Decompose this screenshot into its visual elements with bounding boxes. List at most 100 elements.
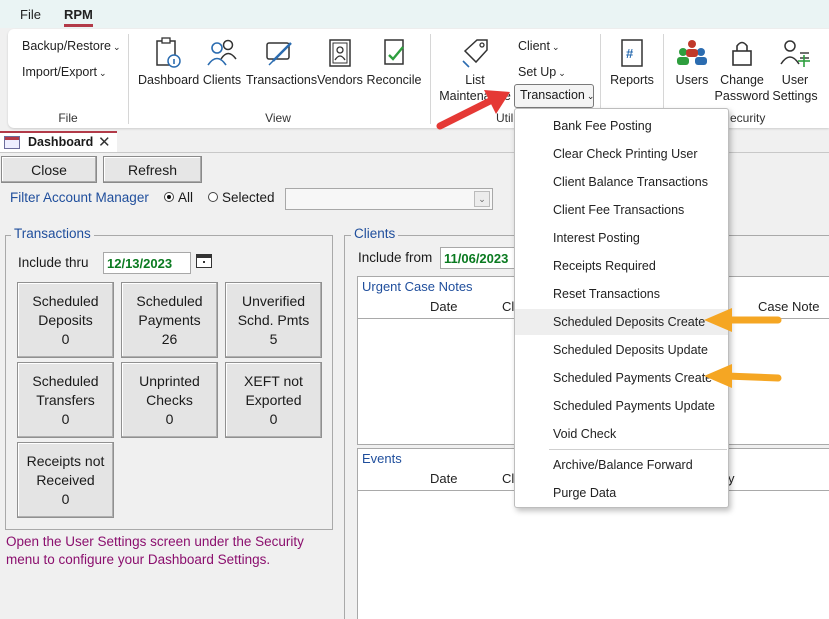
users-button-label: Users xyxy=(675,73,709,87)
reports-button[interactable]: # Reports xyxy=(608,37,656,88)
orange-arrow-annotation xyxy=(704,364,782,388)
menu-item-scheduled-deposits-create[interactable]: Scheduled Deposits Create xyxy=(515,309,728,335)
setup-menu-label: Set Up xyxy=(518,65,557,79)
lock-icon xyxy=(732,41,752,66)
vendors-button[interactable]: Vendors xyxy=(316,37,364,88)
tag-icon xyxy=(462,39,488,68)
ribbon-separator xyxy=(430,34,431,124)
tile-line1: Scheduled xyxy=(32,293,99,309)
transactions-button[interactable]: Transactions xyxy=(246,37,317,88)
menu-item-clear-check-printing-user[interactable]: Clear Check Printing User xyxy=(515,141,728,167)
menu-item-client-fee-transactions[interactable]: Client Fee Transactions xyxy=(515,197,728,223)
tile-line2: Received xyxy=(36,472,95,488)
tile-line2: Exported xyxy=(245,392,302,408)
import-export-button[interactable]: Import/Export ⌄ xyxy=(22,65,107,79)
include-from-label: Include from xyxy=(358,250,433,265)
tile-scheduled-transfers[interactable]: Scheduled Transfers 0 xyxy=(17,362,114,438)
menu-item-scheduled-payments-create[interactable]: Scheduled Payments Create xyxy=(515,365,728,391)
radio-all[interactable]: All xyxy=(164,190,193,205)
include-thru-label: Include thru xyxy=(18,255,89,270)
urgent-case-notes-title: Urgent Case Notes xyxy=(362,279,473,294)
tile-xeft-not-exported[interactable]: XEFT not Exported 0 xyxy=(225,362,322,438)
dashboard-button-label: Dashboard xyxy=(138,73,200,87)
column-header-date[interactable]: Date xyxy=(430,299,457,314)
clients-icon xyxy=(207,39,237,66)
tab-dashboard[interactable]: Dashboard ✕ xyxy=(0,131,117,152)
tile-line2: Deposits xyxy=(38,312,93,328)
user-settings-button[interactable]: User Settings xyxy=(770,37,820,104)
close-icon[interactable]: ✕ xyxy=(98,133,111,151)
backup-restore-label: Backup/Restore xyxy=(22,39,111,53)
change-password-button[interactable]: Change Password xyxy=(714,37,770,104)
refresh-button[interactable]: Refresh xyxy=(103,156,202,183)
menu-tab-file[interactable]: File xyxy=(20,7,41,22)
menu-tab-rpm[interactable]: RPM xyxy=(64,7,93,27)
ribbon-separator xyxy=(128,34,129,124)
menu-item-scheduled-payments-update[interactable]: Scheduled Payments Update xyxy=(515,393,728,419)
user-settings-label-line1: User xyxy=(781,73,809,87)
radio-dot-icon xyxy=(208,192,218,202)
users-button[interactable]: Users xyxy=(672,37,712,88)
tile-receipts-not-received[interactable]: Receipts not Received 0 xyxy=(17,442,114,518)
menu-item-reset-transactions[interactable]: Reset Transactions xyxy=(515,281,728,307)
form-icon xyxy=(4,136,20,149)
tile-line1: Scheduled xyxy=(32,373,99,389)
tile-scheduled-deposits[interactable]: Scheduled Deposits 0 xyxy=(17,282,114,358)
menu-item-interest-posting[interactable]: Interest Posting xyxy=(515,225,728,251)
transaction-menu-button[interactable]: Transaction ⌄ xyxy=(514,84,594,108)
column-header-date[interactable]: Date xyxy=(430,471,457,486)
menu-item-receipts-required[interactable]: Receipts Required xyxy=(515,253,728,279)
reconcile-button[interactable]: Reconcile xyxy=(366,37,422,88)
menu-item-archive-balance-forward[interactable]: Archive/Balance Forward xyxy=(515,452,728,478)
reports-icon: # xyxy=(621,39,643,67)
radio-selected[interactable]: Selected xyxy=(208,190,275,205)
tile-unprinted-checks[interactable]: Unprinted Checks 0 xyxy=(121,362,218,438)
tile-unverified-schd-pmts[interactable]: Unverified Schd. Pmts 5 xyxy=(225,282,322,358)
reconcile-button-label: Reconcile xyxy=(366,73,422,87)
menu-item-client-balance-transactions[interactable]: Client Balance Transactions xyxy=(515,169,728,195)
tile-line2: Transfers xyxy=(36,392,95,408)
tile-line1: Receipts not xyxy=(26,453,105,469)
column-header-client[interactable]: Cl xyxy=(502,299,514,314)
backup-restore-button[interactable]: Backup/Restore ⌄ xyxy=(22,39,120,53)
group-label-view: View xyxy=(265,111,291,125)
menu-item-purge-data[interactable]: Purge Data xyxy=(515,480,728,506)
menu-item-void-check[interactable]: Void Check xyxy=(515,421,728,447)
include-thru-date-input[interactable]: 12/13/2023 xyxy=(103,252,191,274)
close-button[interactable]: Close xyxy=(1,156,97,183)
settings-hint-text: Open the User Settings screen under the … xyxy=(6,534,304,567)
clients-button[interactable]: Clients xyxy=(202,37,242,88)
tile-line1: Scheduled xyxy=(136,293,203,309)
radio-dot-icon xyxy=(164,192,174,202)
change-password-label-line2: Password xyxy=(714,89,770,103)
radio-selected-label: Selected xyxy=(222,190,275,205)
refresh-button-label: Refresh xyxy=(127,162,178,178)
user-settings-label-line2: Settings xyxy=(772,89,818,103)
menu-item-scheduled-deposits-update[interactable]: Scheduled Deposits Update xyxy=(515,337,728,363)
setup-menu-button[interactable]: Set Up ⌄ xyxy=(518,65,566,79)
tile-line2: Schd. Pmts xyxy=(237,312,310,328)
chevron-down-icon: ⌄ xyxy=(558,68,566,78)
tab-dashboard-label: Dashboard xyxy=(28,135,94,149)
client-menu-button[interactable]: Client ⌄ xyxy=(518,39,560,53)
close-button-label: Close xyxy=(31,162,67,178)
transactions-button-label: Transactions xyxy=(246,73,318,87)
group-label-security: ecurity xyxy=(730,111,766,125)
filter-account-manager-label: Filter Account Manager xyxy=(10,190,149,205)
reconcile-icon xyxy=(384,39,404,65)
menu-item-bank-fee-posting[interactable]: Bank Fee Posting xyxy=(515,113,728,139)
dashboard-button[interactable]: Dashboard xyxy=(138,37,200,88)
tile-scheduled-payments[interactable]: Scheduled Payments 26 xyxy=(121,282,218,358)
chevron-down-icon: ⌄ xyxy=(112,42,121,52)
column-header-client[interactable]: Cl xyxy=(502,471,514,486)
clients-button-label: Clients xyxy=(202,73,242,87)
account-manager-select[interactable]: ⌄ xyxy=(285,188,493,210)
orange-arrow-annotation xyxy=(704,308,782,332)
tile-line2: Checks xyxy=(146,392,193,408)
vendors-icon xyxy=(329,39,351,67)
calendar-icon[interactable] xyxy=(196,254,212,268)
tile-count: 0 xyxy=(61,411,70,427)
tile-line1: XEFT not xyxy=(244,373,303,389)
events-title: Events xyxy=(362,451,402,466)
chevron-down-icon[interactable]: ⌄ xyxy=(474,191,490,207)
